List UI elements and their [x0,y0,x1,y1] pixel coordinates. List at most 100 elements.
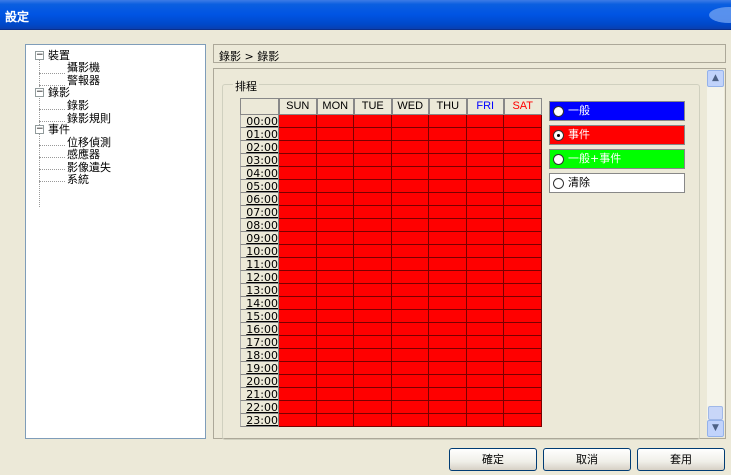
radio-icon[interactable] [553,178,564,189]
schedule-cell[interactable] [279,232,317,245]
schedule-cell[interactable] [429,180,467,193]
schedule-cell[interactable] [316,271,354,284]
schedule-cell[interactable] [316,128,354,141]
schedule-cell[interactable] [466,154,504,167]
schedule-cell[interactable] [429,154,467,167]
hour-label[interactable]: 13:00 [240,284,279,297]
schedule-cell[interactable] [504,115,542,128]
schedule-cell[interactable] [429,128,467,141]
schedule-cell[interactable] [354,219,392,232]
schedule-cell[interactable] [504,401,542,414]
hour-label[interactable]: 21:00 [240,388,279,401]
schedule-cell[interactable] [391,219,429,232]
schedule-cell[interactable] [429,375,467,388]
schedule-cell[interactable] [504,167,542,180]
schedule-cell[interactable] [504,336,542,349]
collapse-icon[interactable]: − [35,125,44,134]
schedule-cell[interactable] [504,362,542,375]
schedule-cell[interactable] [279,193,317,206]
schedule-cell[interactable] [279,258,317,271]
schedule-cell[interactable] [354,388,392,401]
mode-event-button[interactable]: 事件 [549,125,685,145]
schedule-cell[interactable] [316,401,354,414]
schedule-cell[interactable] [391,284,429,297]
mode-normal-event-button[interactable]: 一般+事件 [549,149,685,169]
schedule-cell[interactable] [279,245,317,258]
schedule-cell[interactable] [354,128,392,141]
schedule-cell[interactable] [354,245,392,258]
schedule-cell[interactable] [429,141,467,154]
collapse-icon[interactable]: − [35,51,44,60]
schedule-cell[interactable] [354,297,392,310]
hour-label[interactable]: 10:00 [240,245,279,258]
schedule-cell[interactable] [504,349,542,362]
hour-label[interactable]: 06:00 [240,193,279,206]
schedule-cell[interactable] [391,128,429,141]
schedule-cell[interactable] [391,323,429,336]
schedule-cell[interactable] [466,388,504,401]
schedule-cell[interactable] [279,297,317,310]
schedule-cell[interactable] [279,388,317,401]
schedule-cell[interactable] [429,349,467,362]
schedule-cell[interactable] [354,154,392,167]
schedule-cell[interactable] [354,141,392,154]
hour-label[interactable]: 18:00 [240,349,279,362]
schedule-cell[interactable] [354,323,392,336]
schedule-cell[interactable] [316,232,354,245]
hour-label[interactable]: 16:00 [240,323,279,336]
schedule-cell[interactable] [316,167,354,180]
schedule-cell[interactable] [279,336,317,349]
schedule-cell[interactable] [466,375,504,388]
schedule-cell[interactable] [279,414,317,427]
vertical-scrollbar[interactable]: ▲ ▼ [707,70,724,437]
schedule-cell[interactable] [279,128,317,141]
schedule-cell[interactable] [354,206,392,219]
title-bar[interactable]: 設定 [0,0,731,30]
hour-label[interactable]: 02:00 [240,141,279,154]
schedule-cell[interactable] [429,245,467,258]
schedule-cell[interactable] [391,167,429,180]
schedule-cell[interactable] [466,206,504,219]
schedule-cell[interactable] [391,180,429,193]
schedule-cell[interactable] [466,349,504,362]
day-header-sun[interactable]: SUN [279,98,317,115]
schedule-cell[interactable] [391,362,429,375]
schedule-cell[interactable] [354,167,392,180]
schedule-cell[interactable] [504,154,542,167]
settings-tree[interactable]: − 裝置 攝影機 警報器 − 錄影 錄影 錄影規則 − 事件 位移偵測 感應器 … [25,44,206,439]
schedule-cell[interactable] [391,375,429,388]
schedule-cell[interactable] [391,232,429,245]
schedule-cell[interactable] [354,115,392,128]
schedule-cell[interactable] [504,414,542,427]
schedule-cell[interactable] [391,245,429,258]
schedule-cell[interactable] [429,258,467,271]
schedule-cell[interactable] [316,284,354,297]
schedule-cell[interactable] [354,336,392,349]
hour-label[interactable]: 08:00 [240,219,279,232]
schedule-cell[interactable] [354,362,392,375]
schedule-cell[interactable] [466,193,504,206]
schedule-cell[interactable] [316,154,354,167]
schedule-cell[interactable] [279,310,317,323]
mode-normal-button[interactable]: 一般 [549,101,685,121]
radio-icon[interactable] [553,106,564,117]
tree-item-events[interactable]: 事件 [48,124,70,136]
schedule-cell[interactable] [279,323,317,336]
schedule-cell[interactable] [316,141,354,154]
day-header-wed[interactable]: WED [391,98,429,115]
schedule-cell[interactable] [354,284,392,297]
schedule-cell[interactable] [279,154,317,167]
tree-item-alarm[interactable]: 警報器 [67,75,100,87]
schedule-cell[interactable] [316,349,354,362]
schedule-cell[interactable] [429,388,467,401]
tree-item-camera[interactable]: 攝影機 [67,62,100,74]
hour-label[interactable]: 00:00 [240,115,279,128]
hour-label[interactable]: 15:00 [240,310,279,323]
schedule-cell[interactable] [354,401,392,414]
scroll-down-icon[interactable]: ▼ [707,420,724,437]
schedule-cell[interactable] [279,375,317,388]
schedule-cell[interactable] [466,284,504,297]
schedule-cell[interactable] [466,336,504,349]
schedule-cell[interactable] [429,310,467,323]
schedule-cell[interactable] [504,297,542,310]
